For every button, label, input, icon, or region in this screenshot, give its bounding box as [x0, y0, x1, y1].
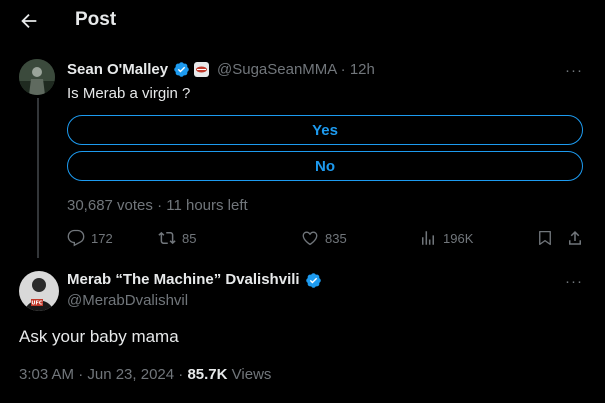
more-icon[interactable]: ··· — [565, 273, 583, 290]
post-meta: 3:03 AM · Jun 23, 2024 · 85.7K Views — [19, 366, 272, 383]
avatar[interactable]: UFC — [19, 271, 59, 311]
reply-count: 172 — [91, 230, 113, 246]
like-icon — [302, 231, 318, 246]
back-arrow-icon[interactable] — [18, 10, 40, 32]
repost-count: 85 — [182, 230, 197, 246]
like-count: 835 — [325, 230, 347, 246]
views-count: 85.7K — [187, 366, 228, 383]
more-icon[interactable]: ··· — [565, 62, 583, 79]
poll-option-no[interactable]: No — [67, 151, 583, 181]
author-name[interactable]: Sean O'Malley — [67, 61, 168, 78]
reply-button[interactable]: 172 — [67, 229, 113, 247]
verified-icon — [173, 61, 190, 78]
views-icon — [422, 231, 434, 245]
avatar[interactable] — [19, 59, 55, 95]
repost-icon — [158, 231, 176, 245]
author-name[interactable]: Merab “The Machine” Dvalishvili — [67, 271, 300, 288]
like-button[interactable]: 835 — [301, 229, 347, 247]
bookmark-icon[interactable] — [536, 229, 560, 247]
reply-icon — [67, 229, 85, 247]
verified-icon — [305, 272, 322, 289]
thread-line — [37, 98, 39, 258]
views-label: Views — [231, 366, 272, 383]
timestamp[interactable]: 3:03 AM · Jun 23, 2024 — [19, 366, 174, 383]
views-button[interactable]: 196K — [419, 229, 473, 247]
avatar-badge-text: UFC — [31, 301, 42, 307]
views-count: 196K — [443, 230, 474, 246]
emblem-icon — [194, 62, 209, 77]
poll-summary: 30,687 votes · 11 hours left — [67, 197, 248, 214]
author-handle[interactable]: @MerabDvalishvil — [67, 292, 188, 309]
poll-option-yes[interactable]: Yes — [67, 115, 583, 145]
reply-text: Ask your baby mama — [19, 327, 179, 346]
post-time: 12h — [349, 61, 375, 78]
author-handle[interactable]: @SugaSeanMMA · 12h — [217, 61, 375, 78]
post-text: Is Merab a virgin ? — [67, 85, 191, 102]
page-title: Post — [75, 9, 117, 30]
share-icon[interactable] — [566, 229, 590, 247]
repost-button[interactable]: 85 — [158, 229, 196, 247]
